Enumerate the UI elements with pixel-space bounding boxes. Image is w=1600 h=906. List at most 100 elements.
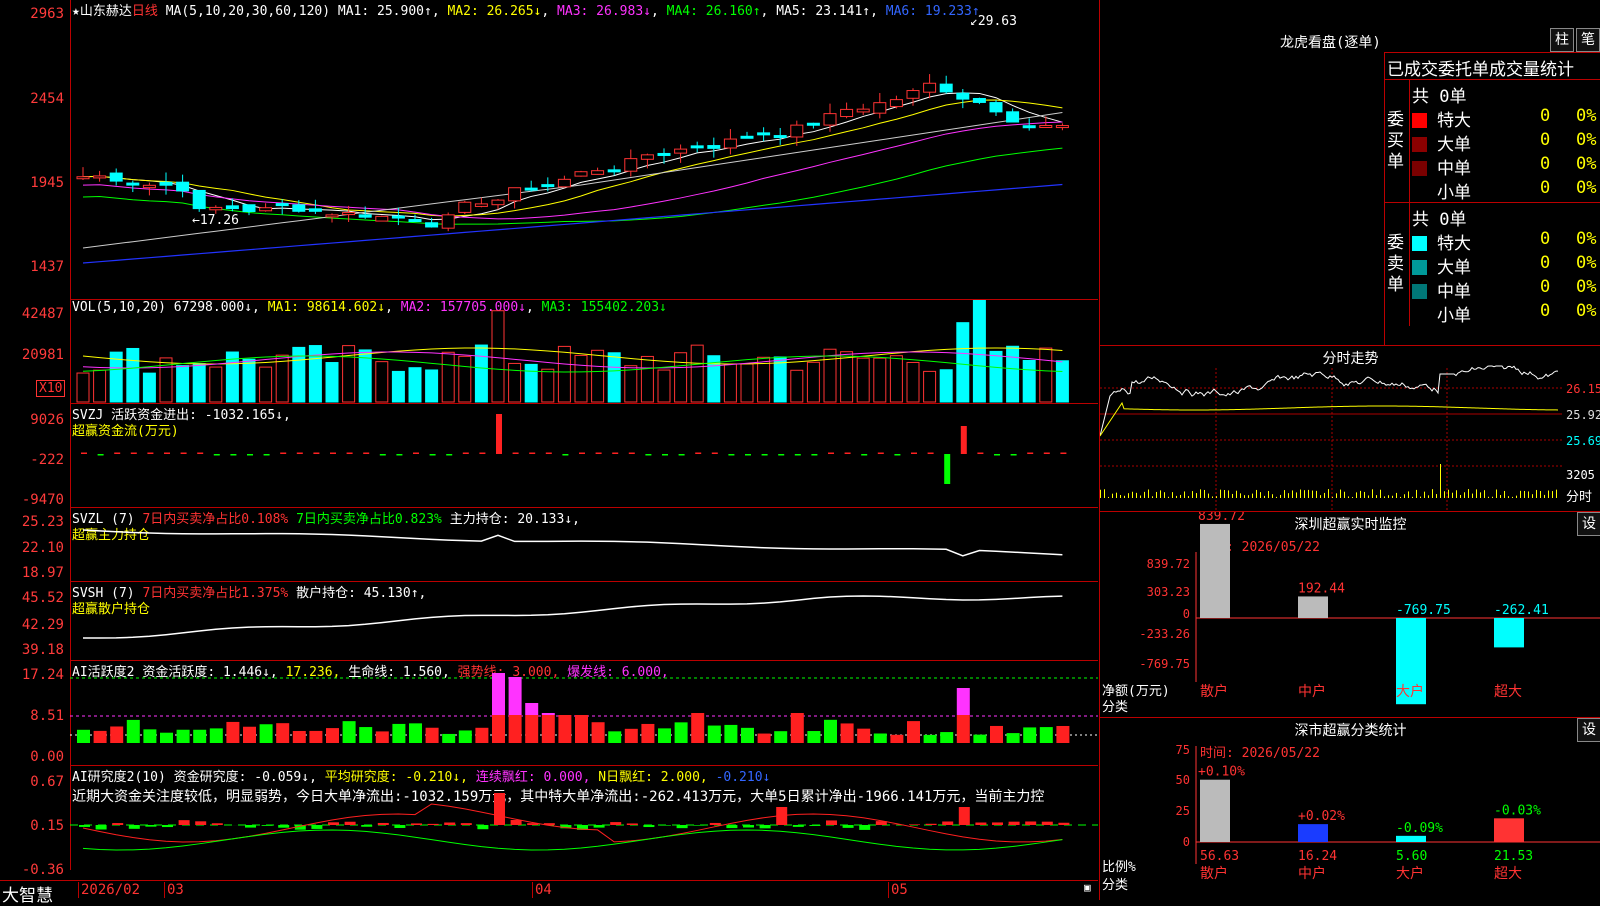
bar-value-label: -0.03% (1494, 803, 1541, 818)
research-bar (826, 820, 837, 825)
research-bar (511, 820, 522, 825)
svsh-panel[interactable]: SVSH (7) 7日内买卖净占比1.375% 散户持仓: 45.130↑, 超… (70, 582, 1098, 661)
intraday-vol-bar (1284, 490, 1285, 498)
research-bar (494, 793, 505, 825)
intraday-vol-bar (1272, 494, 1273, 498)
vol-tick-0: 42487 (0, 306, 64, 322)
intraday-vol-bar (1520, 491, 1521, 498)
research-bar (942, 821, 953, 825)
intraday-vol-bar (1316, 491, 1317, 498)
volume-bar (525, 364, 537, 402)
flow-bar (894, 454, 900, 456)
svzl-panel[interactable]: SVZL (7) 7日内买卖净占比0.108% 7日内买卖净占比0.823% 主… (70, 508, 1098, 582)
svzl-tick-1: 22.10 (0, 540, 64, 556)
candle-body (691, 146, 703, 148)
y-tick: 0 (1183, 835, 1190, 849)
intraday-vol-bar (1340, 490, 1341, 498)
activity-bar (758, 734, 771, 743)
tick-view-button[interactable]: 笔 (1576, 28, 1600, 52)
activity-bar (143, 729, 156, 743)
volume-bar (1040, 348, 1052, 402)
main-tick-2: 1945 (0, 175, 64, 191)
lock-icon[interactable]: ▣ (1084, 881, 1091, 894)
intra-tick-2: 25.69 (1566, 434, 1600, 448)
volume-bar (558, 346, 570, 402)
ai-research-panel[interactable]: AI研究度2(10) 资金研究度: -0.059↓, 平均研究度: -0.210… (70, 766, 1098, 881)
intraday-vol-bar (1468, 489, 1469, 498)
activity-bar (293, 731, 306, 743)
flow-bar (828, 453, 834, 455)
volume-bar (625, 366, 637, 402)
research-bar (859, 825, 870, 830)
svzj-panel[interactable]: SVZJ 活跃资金进出: -1032.165↓, 超赢资金流(万元) (70, 404, 1098, 508)
volume-bar (691, 345, 703, 402)
sz-class-chart: +0.10%散户56.63+0.02%中户16.24-0.09%大户5.60-0… (1100, 718, 1600, 900)
intraday-vol-bar (1384, 496, 1385, 498)
ai-activity-panel[interactable]: AI活跃度2 资金活跃度: 1.446↓, 17.236, 生命线: 1.560… (70, 661, 1098, 766)
candle-body (210, 207, 222, 209)
candle-body (160, 182, 172, 185)
flow-bar (81, 453, 87, 455)
volume-bar (94, 370, 106, 402)
research-bar (477, 825, 488, 829)
volume-bar (459, 356, 471, 402)
candle-body (641, 155, 653, 159)
volume-bar (940, 370, 952, 402)
intraday-vol-bar (1160, 490, 1161, 498)
intraday-vol-bar (1440, 464, 1441, 498)
flow-bar (911, 453, 917, 455)
main-kline-panel[interactable]: ★山东赫达日线 MA(5,10,20,30,60,120) MA1: 25.90… (70, 0, 1098, 300)
volume-bar (675, 353, 687, 402)
candle-body (293, 205, 305, 211)
ma3-line (83, 122, 1062, 219)
intra-vol-label: 分时 (1566, 486, 1592, 505)
sell-xl-swatch (1412, 236, 1427, 251)
volume-panel[interactable]: VOL(5,10,20) 67298.000↓, MA1: 98614.602↓… (70, 300, 1098, 404)
candle-body (973, 99, 985, 103)
research-bar (843, 825, 854, 828)
intraday-vol-bar (1180, 495, 1181, 498)
intraday-vol-bar (1168, 497, 1169, 498)
category-bar (1494, 618, 1524, 647)
research-bar (693, 825, 704, 826)
bar-view-button[interactable]: 柱 (1550, 28, 1574, 52)
svsh-chart (70, 582, 1098, 660)
intraday-vol-bar (1108, 497, 1109, 498)
candle-body (924, 83, 936, 92)
intraday-vol-bar (1408, 491, 1409, 498)
bar-value-label: 56.63 (1200, 849, 1239, 864)
candle-body (592, 171, 604, 175)
brand-label[interactable]: 大智慧 (2, 881, 53, 906)
candlestick-chart[interactable] (70, 0, 1098, 299)
volume-bar (824, 349, 836, 402)
intraday-panel[interactable]: 分时走势 26.15 25.92 25.69 3205 分时 (1099, 346, 1600, 512)
intraday-vol-bar (1444, 491, 1445, 498)
order-cell: 特大 (1437, 234, 1471, 254)
main-tick-0: 2963 (0, 6, 64, 22)
category-bar (1200, 780, 1230, 842)
activity-bar (641, 724, 654, 743)
activity-bar (890, 735, 903, 743)
flow-bar (479, 453, 485, 455)
ai-activity-chart (70, 661, 1098, 765)
research-bar (726, 825, 737, 828)
flow-bar (313, 453, 319, 455)
intraday-vol-bar (1532, 494, 1533, 498)
activity-burst-bar (492, 673, 505, 715)
intraday-vol-bar (1116, 493, 1117, 498)
candle-body (359, 215, 371, 217)
flow-bar (861, 454, 867, 456)
order-cell: 0% (1576, 106, 1596, 126)
category-label: 中户 (1298, 865, 1326, 882)
intraday-chart[interactable] (1100, 346, 1600, 511)
ai-research-chart (70, 766, 1098, 880)
candle-body (343, 213, 355, 215)
intraday-vol-bar (1456, 490, 1457, 498)
flow-bar (496, 414, 502, 454)
sz-class-panel: 深市超赢分类统计 设 时间: 2026/05/22 +0.10%散户56.63+… (1099, 718, 1600, 900)
intraday-vol-bar (1320, 495, 1321, 498)
intraday-vol-bar (1112, 494, 1113, 498)
intraday-vol-bar (1140, 496, 1141, 498)
candle-body (542, 185, 554, 187)
activity-bar (492, 715, 505, 743)
